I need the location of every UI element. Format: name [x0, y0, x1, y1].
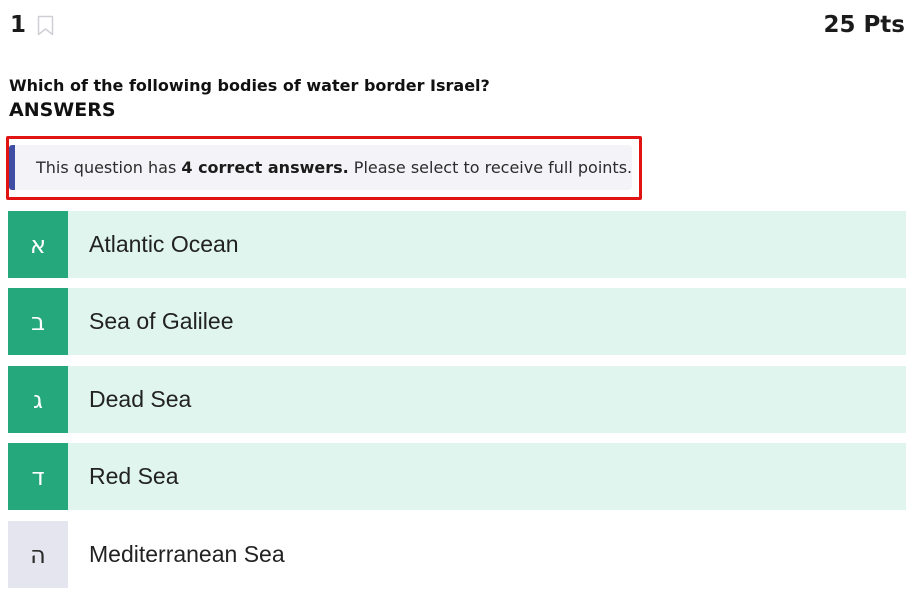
points-label: 25 Pts — [823, 12, 905, 38]
answer-option-3[interactable]: ג Dead Sea — [8, 366, 906, 433]
answers-heading: ANSWERS — [9, 99, 116, 121]
option-label: Dead Sea — [89, 386, 192, 412]
question-header: 1 25 Pts — [0, 0, 920, 52]
question-text: Which of the following bodies of water b… — [9, 76, 490, 95]
bookmark-icon[interactable] — [37, 15, 54, 36]
option-letter: ג — [8, 366, 68, 433]
option-label: Atlantic Ocean — [89, 231, 239, 257]
option-letter: ד — [8, 443, 68, 510]
option-label: Sea of Galilee — [89, 308, 234, 334]
option-letter: ה — [8, 521, 68, 588]
question-number: 1 — [10, 12, 27, 38]
option-letter: ב — [8, 288, 68, 355]
option-letter: א — [8, 211, 68, 278]
highlight-frame — [6, 136, 642, 200]
answer-option-5[interactable]: ה Mediterranean Sea — [8, 521, 906, 588]
answer-option-1[interactable]: א Atlantic Ocean — [8, 211, 906, 278]
answer-option-2[interactable]: ב Sea of Galilee — [8, 288, 906, 355]
answer-option-4[interactable]: ד Red Sea — [8, 443, 906, 510]
option-label: Mediterranean Sea — [89, 541, 285, 567]
option-label: Red Sea — [89, 463, 179, 489]
